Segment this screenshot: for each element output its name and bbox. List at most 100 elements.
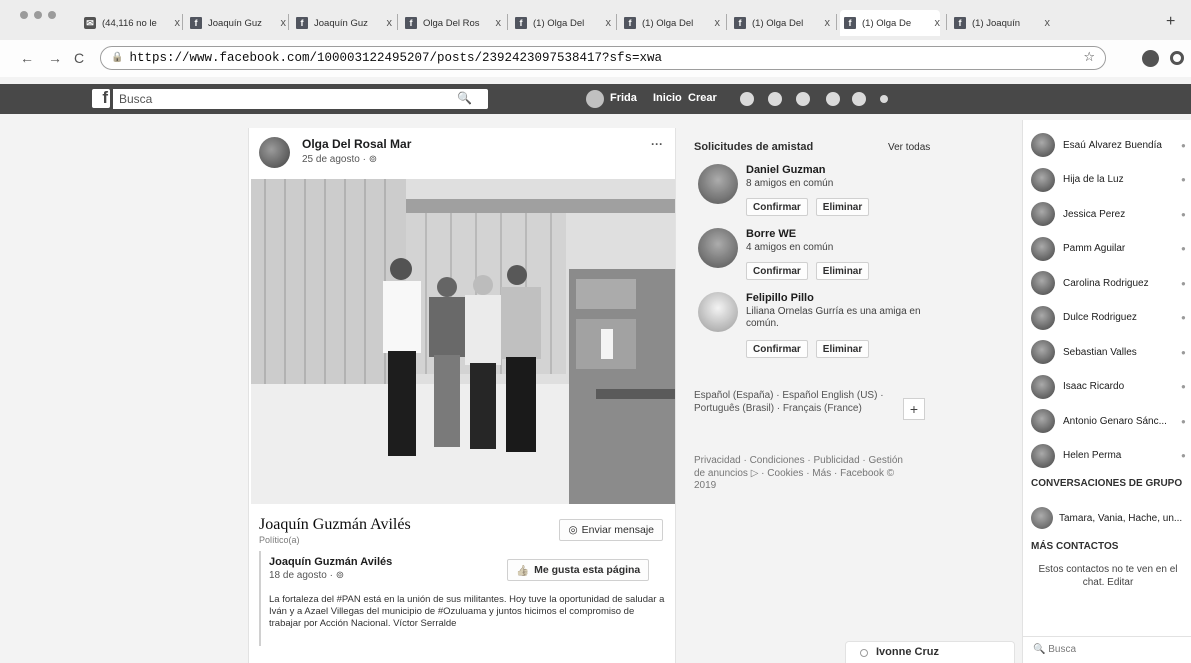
facebook-favicon-icon: f [844, 17, 856, 29]
avatar[interactable] [698, 164, 738, 204]
browser-tab[interactable]: f (1) Joaquín x [950, 10, 1050, 36]
messenger-icon: ◎ [568, 524, 578, 536]
close-tab-icon[interactable]: x [496, 17, 502, 29]
browser-tab[interactable]: f (1) Olga Del x [620, 10, 720, 36]
new-tab-button[interactable]: + [1166, 13, 1175, 31]
avatar [1031, 409, 1055, 433]
facebook-header: f Busca 🔍 Frida Inicio Crear [0, 84, 1191, 114]
close-tab-icon[interactable]: x [935, 17, 941, 29]
chat-contact[interactable]: Isaac Ricardo ● [1031, 370, 1191, 404]
mutual-friends[interactable]: Liliana Ornelas Gurría es una amiga en c… [746, 306, 946, 330]
language-links[interactable]: Español (España) · Español English (US) … [694, 390, 889, 415]
mutual-friends[interactable]: 4 amigos en común [746, 242, 946, 254]
browser-tab[interactable]: f (1) Olga Del x [730, 10, 830, 36]
more-contacts-note[interactable]: Estos contactos no te ven en el chat. Ed… [1033, 564, 1183, 589]
facebook-search-input[interactable]: Busca 🔍 [113, 89, 488, 109]
close-tab-icon[interactable]: x [175, 17, 181, 29]
close-tab-icon[interactable]: x [715, 17, 721, 29]
mutual-friends[interactable]: 8 amigos en común [746, 178, 946, 190]
chat-tab[interactable]: Ivonne Cruz [845, 641, 1015, 663]
delete-button[interactable]: Eliminar [815, 340, 870, 358]
post-photo[interactable] [251, 179, 675, 504]
friend-requests-icon[interactable] [740, 92, 754, 106]
address-bar[interactable]: 🔒 https://www.facebook.com/1000031224952… [100, 46, 1106, 70]
avatar [1031, 167, 1055, 192]
quick-help-icon[interactable] [826, 92, 840, 106]
shared-page-name[interactable]: Joaquín Guzmán Avilés [259, 516, 411, 534]
tab-divider [182, 14, 183, 30]
friend-request-name[interactable]: Daniel Guzman [746, 164, 825, 176]
author-avatar[interactable] [259, 137, 290, 168]
post-date[interactable]: 25 de agosto · ⊚ [302, 154, 377, 165]
delete-button[interactable]: Eliminar [815, 198, 870, 216]
shared-post-author[interactable]: Joaquín Guzmán Avilés [269, 556, 392, 568]
like-page-button[interactable]: 👍 Me gusta esta página [507, 559, 650, 581]
contact-name: Helen Perma [1063, 450, 1122, 461]
group-conversation-item[interactable]: Tamara, Vania, Hache, un... [1031, 507, 1182, 529]
search-icon[interactable]: 🔍 [457, 91, 472, 105]
chat-contact[interactable]: Esaú Álvarez Buendía ● [1031, 128, 1191, 162]
facebook-favicon-icon: f [405, 17, 417, 29]
browser-tab[interactable]: f (1) Olga Del x [511, 10, 611, 36]
friend-request-name[interactable]: Borre WE [746, 228, 796, 240]
tab-divider [616, 14, 617, 30]
add-language-button[interactable]: + [903, 398, 925, 420]
see-all-link[interactable]: Ver todas [888, 142, 930, 153]
notifications-icon[interactable] [796, 92, 810, 106]
browser-tab[interactable]: f Joaquín Guz x [292, 10, 392, 36]
bookmark-star-icon[interactable]: ☆ [1083, 50, 1095, 65]
chat-contact[interactable]: Pamm Aguilar ● [1031, 232, 1191, 266]
close-tab-icon[interactable]: x [606, 17, 612, 29]
messenger-icon[interactable] [768, 92, 782, 106]
chat-contact[interactable]: Sebastian Valles ● [1031, 335, 1191, 369]
profile-link[interactable]: Frida [610, 92, 637, 104]
tab-title: (1) Olga Del [752, 17, 804, 29]
footer-links[interactable]: Privacidad · Condiciones · Publicidad · … [694, 455, 914, 493]
post-options-icon[interactable]: ··· [651, 137, 663, 151]
chat-contact[interactable]: Antonio Genaro Sánc... ● [1031, 404, 1191, 438]
browser-tab[interactable]: f Joaquín Guz x [186, 10, 286, 36]
facebook-favicon-icon: f [190, 17, 202, 29]
chat-search-placeholder: Busca [1048, 644, 1077, 655]
back-button[interactable]: ← [20, 50, 34, 66]
friend-request-name[interactable]: Felipillo Pillo [746, 292, 814, 304]
account-menu-chevron-icon[interactable] [880, 95, 888, 103]
chat-contact[interactable]: Dulce Rodriguez ● [1031, 301, 1191, 335]
chat-search-input[interactable]: 🔍 Busca [1023, 636, 1191, 663]
shared-post-date[interactable]: 18 de agosto · ⊚ [269, 570, 344, 581]
confirm-button[interactable]: Confirmar [746, 262, 808, 280]
facebook-logo-icon[interactable]: f [92, 88, 110, 108]
reload-button[interactable]: C [74, 50, 84, 66]
window-controls[interactable] [20, 11, 56, 19]
browser-tab[interactable]: ✉ (44,116 no le x [80, 10, 180, 36]
extension-icon[interactable] [1142, 50, 1159, 67]
mail-icon: ✉ [84, 17, 96, 29]
close-tab-icon[interactable]: x [281, 17, 287, 29]
chat-contact[interactable]: Hija de la Luz ● [1031, 163, 1191, 197]
post-author[interactable]: Olga Del Rosal Mar [302, 137, 411, 151]
profile-avatar[interactable] [586, 90, 604, 108]
help-icon[interactable] [852, 92, 866, 106]
close-tab-icon[interactable]: x [825, 17, 831, 29]
create-link[interactable]: Crear [688, 92, 717, 104]
chat-contact[interactable]: Helen Perma ● [1031, 439, 1191, 473]
send-message-button[interactable]: ◎ Enviar mensaje [559, 519, 663, 541]
browser-tab[interactable]: f (1) Olga De x [840, 10, 940, 36]
close-tab-icon[interactable]: x [1045, 17, 1051, 29]
chat-contact[interactable]: Jessica Perez ● [1031, 197, 1191, 231]
forward-button[interactable]: → [48, 50, 62, 66]
tab-title: (1) Olga Del [642, 17, 694, 29]
confirm-button[interactable]: Confirmar [746, 340, 808, 358]
shared-post-text: La fortaleza del #PAN está en la unión d… [269, 594, 665, 629]
chat-contact[interactable]: Carolina Rodriguez ● [1031, 266, 1191, 300]
delete-button[interactable]: Eliminar [815, 262, 870, 280]
confirm-button[interactable]: Confirmar [746, 198, 808, 216]
extension-icon[interactable] [1170, 51, 1184, 65]
browser-tab[interactable]: f Olga Del Ros x [401, 10, 501, 36]
home-link[interactable]: Inicio [653, 92, 682, 104]
search-icon: 🔍 [1033, 644, 1046, 655]
close-tab-icon[interactable]: x [387, 17, 393, 29]
avatar[interactable] [698, 292, 738, 332]
avatar[interactable] [698, 228, 738, 268]
chat-sidebar: Esaú Álvarez Buendía ● Hija de la Luz ● Jess… [1022, 120, 1191, 663]
